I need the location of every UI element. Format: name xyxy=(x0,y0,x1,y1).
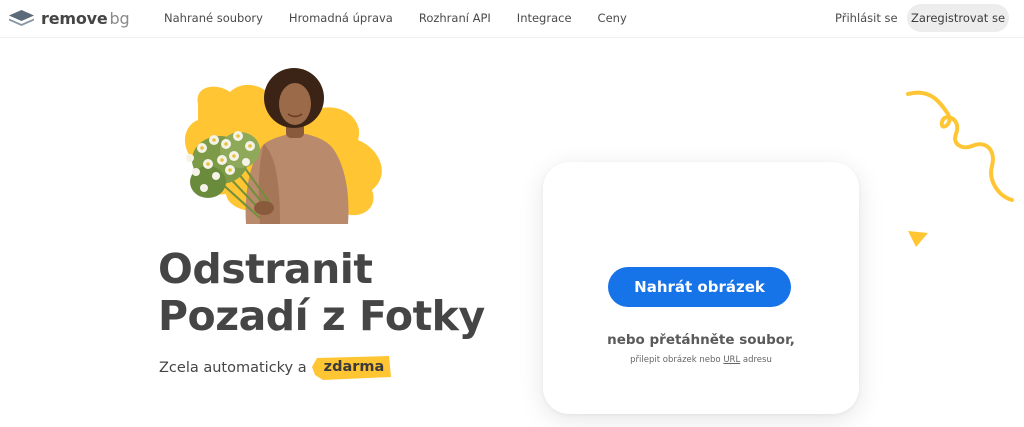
hero-image xyxy=(184,68,382,224)
drop-file-text: nebo přetáhněte soubor, xyxy=(607,332,795,348)
logo[interactable]: remove bg xyxy=(8,7,130,29)
paste-hint: přilepit obrázek nebo URL adresu xyxy=(543,355,859,365)
logo-text-light: bg xyxy=(109,8,130,28)
top-navigation-bar: remove bg Nahrané soubory Hromadná úprava… xyxy=(0,0,1024,38)
signup-button[interactable]: Zaregistrovat se xyxy=(907,4,1009,32)
page-title-line-1: Odstranit xyxy=(158,245,373,293)
nav-link-integrations[interactable]: Integrace xyxy=(517,11,572,25)
subtitle-text: Zcela automaticky a xyxy=(159,359,307,376)
logo-icon xyxy=(9,10,34,26)
main-nav: Nahrané soubory Hromadná úprava Rozhraní… xyxy=(164,11,653,25)
free-badge: zdarma xyxy=(311,356,394,380)
logo-text: remove bg xyxy=(41,8,130,28)
nav-link-api[interactable]: Rozhraní API xyxy=(419,11,491,25)
hero-subtitle: Zcela automaticky a zdarma xyxy=(159,356,394,380)
paste-hint-suffix: adresu xyxy=(742,355,772,365)
badge-text: zdarma xyxy=(323,359,385,375)
logo-text-bold: remove xyxy=(41,8,108,28)
nav-link-pricing[interactable]: Ceny xyxy=(598,11,627,25)
paste-hint-prefix: přilepit obrázek nebo xyxy=(630,355,721,365)
page-title-line-2: Pozadí z Fotky xyxy=(158,292,485,340)
paste-url-link[interactable]: URL xyxy=(723,355,740,365)
page-title: Odstranit Pozadí z Fotky xyxy=(158,246,538,340)
nav-link-uploads[interactable]: Nahrané soubory xyxy=(164,11,263,25)
decorative-triangle xyxy=(908,231,928,247)
decorative-squiggle xyxy=(906,90,1014,202)
nav-link-bulk-editing[interactable]: Hromadná úprava xyxy=(289,11,393,25)
upload-card[interactable]: Nahrát obrázek nebo přetáhněte soubor, p… xyxy=(543,162,859,414)
login-link[interactable]: Přihlásit se xyxy=(835,11,898,25)
upload-image-button[interactable]: Nahrát obrázek xyxy=(608,267,791,307)
